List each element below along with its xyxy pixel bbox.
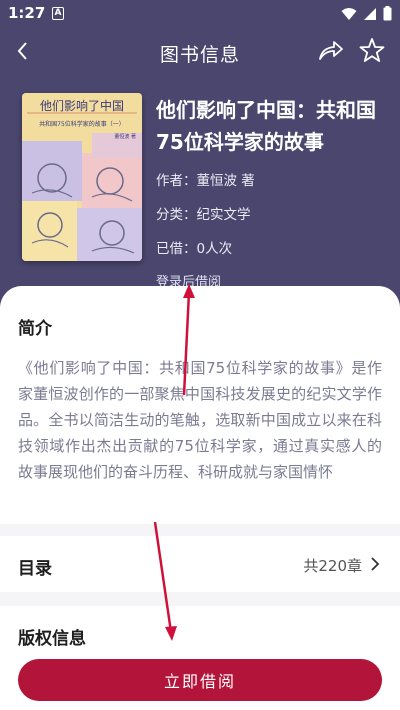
book-title: 他们影响了中国：共和国75位科学家的故事 (156, 98, 376, 154)
status-bar: 1:27 A (0, 0, 400, 28)
share-icon[interactable] (316, 37, 344, 65)
wifi-icon (341, 7, 357, 20)
battery-icon (383, 6, 392, 21)
chevron-right-icon (371, 557, 380, 571)
copyright-heading: 版权信息 (18, 629, 86, 649)
status-time: 1:27 (8, 4, 46, 22)
borrow-button[interactable]: 立即借阅 (18, 659, 382, 701)
cover-author: 董恒波 著 (114, 134, 136, 140)
intro-text: 《他们影响了中国：共和国75位科学家的故事》是作家董恒波创作的一部聚焦中国科技发… (18, 359, 382, 481)
cover-title: 他们影响了中国 (39, 99, 124, 113)
toc-heading: 目录 (18, 559, 52, 579)
bottom-bar: 立即借阅 (0, 650, 400, 710)
toc-count: 共220章 (303, 557, 362, 575)
toc-row[interactable]: 目录 共220章 (0, 536, 400, 592)
star-icon[interactable] (358, 36, 386, 64)
intro-heading: 简介 (18, 319, 52, 339)
borrow-count: 已借：0人次 (156, 241, 233, 257)
content-sheet: 简介 《他们影响了中国：共和国75位科学家的故事》是作家董恒波创作的一部聚焦中国… (0, 286, 400, 710)
signal-icon (364, 7, 376, 20)
intro-section: 简介 《他们影响了中国：共和国75位科学家的故事》是作家董恒波创作的一部聚焦中国… (0, 286, 400, 524)
navbar: 图书信息 (0, 28, 400, 74)
book-author: 作者：董恒波 著 (156, 173, 255, 189)
book-cover: 他们影响了中国 共和国75位科学家的故事（一） 董恒波 著 (22, 93, 142, 261)
book-info: 他们影响了中国：共和国75位科学家的故事 作者：董恒波 著 分类：纪实文学 已借… (156, 94, 388, 290)
notification-icon: A (52, 7, 64, 20)
cover-subtitle: 共和国75位科学家的故事（一） (39, 121, 125, 128)
book-category: 分类：纪实文学 (156, 207, 251, 223)
